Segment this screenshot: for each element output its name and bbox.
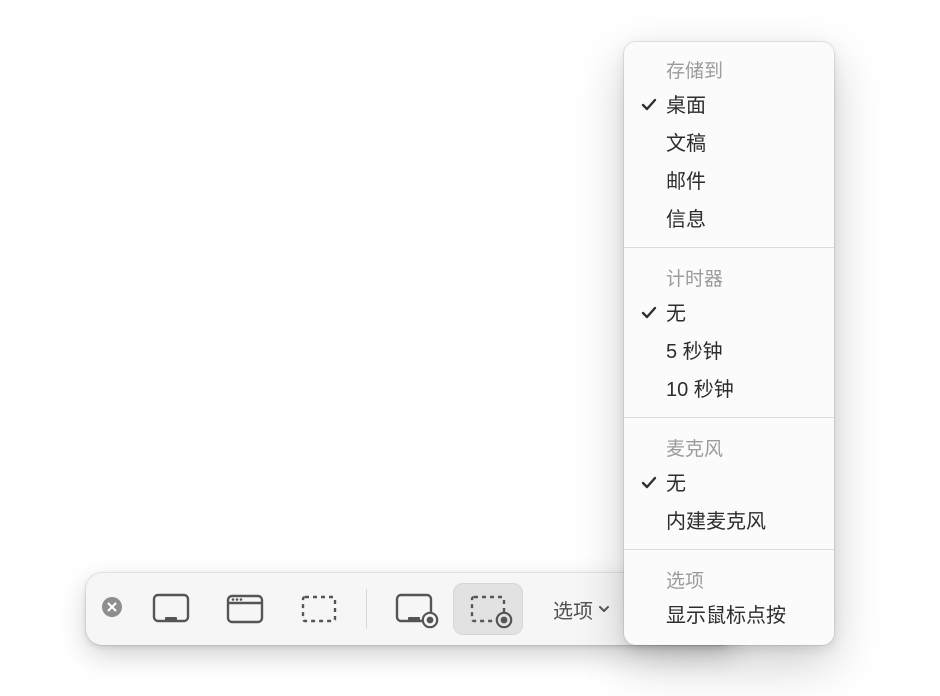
window-icon (225, 593, 265, 625)
menu-item-label: 显示鼠标点按 (666, 605, 786, 627)
menu-header-options: 选项 (624, 558, 834, 597)
menu-header-mic: 麦克风 (624, 426, 834, 465)
close-button[interactable] (98, 595, 126, 623)
capture-selection-button[interactable] (284, 583, 354, 635)
menu-item-label: 文稿 (666, 133, 706, 155)
capture-fullscreen-button[interactable] (136, 583, 206, 635)
selection-icon (299, 593, 339, 625)
capture-window-button[interactable] (210, 583, 280, 635)
menu-item-label: 内建麦克风 (666, 511, 766, 533)
menu-divider (624, 417, 834, 418)
menu-header-timer: 计时器 (624, 256, 834, 295)
menu-item-documents[interactable]: 文稿 (624, 125, 834, 163)
menu-item-mic-none[interactable]: 无 (624, 465, 834, 503)
check-icon (640, 301, 658, 319)
menu-item-label: 10 秒钟 (666, 379, 734, 401)
display-record-icon (394, 593, 434, 625)
options-label: 选项 (553, 595, 593, 624)
menu-item-mail[interactable]: 邮件 (624, 163, 834, 201)
menu-header-saveto: 存储到 (624, 48, 834, 87)
menu-divider (624, 549, 834, 550)
chevron-down-icon (597, 602, 611, 616)
menu-item-show-clicks[interactable]: 显示鼠标点按 (624, 597, 834, 635)
options-button[interactable]: 选项 (553, 583, 611, 635)
check-icon (640, 93, 658, 111)
menu-item-label: 5 秒钟 (666, 341, 723, 363)
menu-item-label: 无 (666, 303, 686, 325)
record-selection-button[interactable] (453, 583, 523, 635)
menu-item-mic-builtin[interactable]: 内建麦克风 (624, 503, 834, 541)
toolbar-separator (366, 589, 367, 629)
menu-item-messages[interactable]: 信息 (624, 201, 834, 239)
options-popover: 存储到 桌面 文稿 邮件 信息 计时器 无 5 秒钟 10 秒钟 麦克风 无 内… (624, 42, 834, 645)
menu-item-label: 邮件 (666, 171, 706, 193)
menu-item-timer-5s[interactable]: 5 秒钟 (624, 333, 834, 371)
check-icon (640, 471, 658, 489)
menu-item-timer-10s[interactable]: 10 秒钟 (624, 371, 834, 409)
menu-item-label: 桌面 (666, 95, 706, 117)
close-icon (102, 597, 122, 622)
menu-divider (624, 247, 834, 248)
menu-item-label: 信息 (666, 209, 706, 231)
record-fullscreen-button[interactable] (379, 583, 449, 635)
menu-item-timer-none[interactable]: 无 (624, 295, 834, 333)
selection-record-icon (468, 593, 508, 625)
display-icon (151, 593, 191, 625)
menu-item-label: 无 (666, 473, 686, 495)
menu-item-desktop[interactable]: 桌面 (624, 87, 834, 125)
